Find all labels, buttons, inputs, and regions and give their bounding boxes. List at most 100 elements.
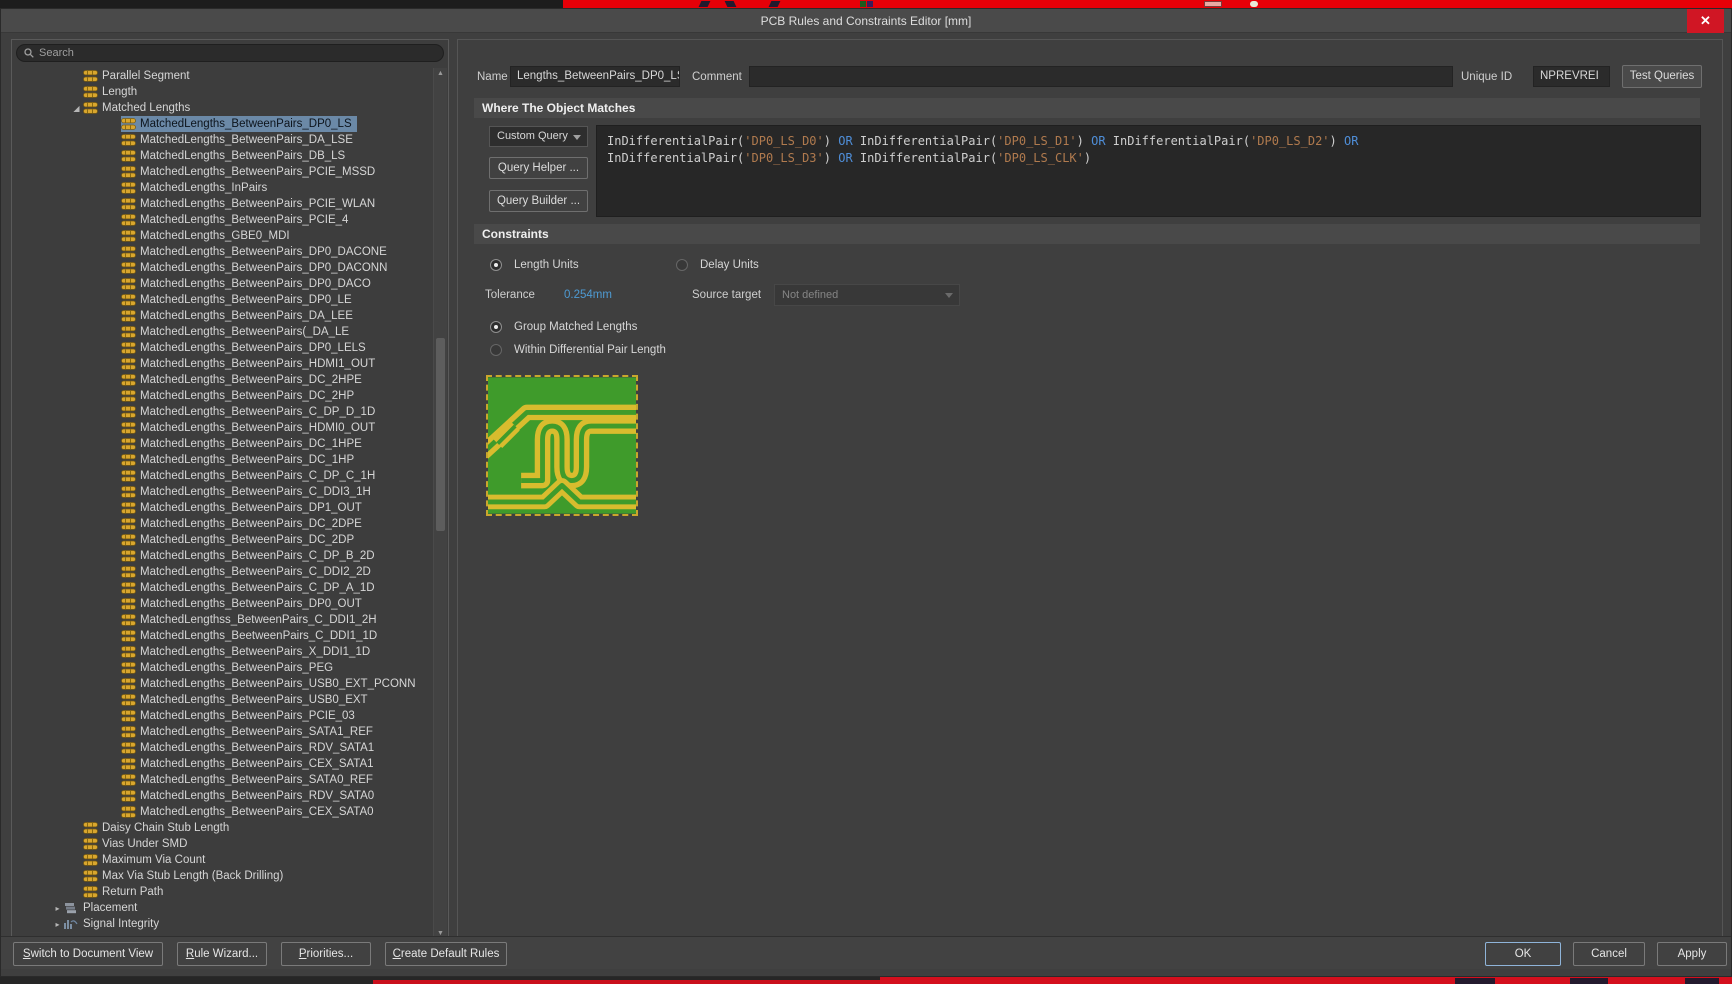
tree-item-body[interactable]: MatchedLengths_BetweenPairs_DC_2HP xyxy=(121,388,359,404)
tree-item[interactable]: MatchedLengths_BetweenPairs_DB_LS xyxy=(13,148,432,164)
length-units-radio[interactable] xyxy=(490,259,502,271)
query-type-dropdown[interactable]: Custom Query xyxy=(489,126,588,147)
tree-item[interactable]: MatchedLengths_BetweenPairs_PCIE_03 xyxy=(13,708,432,724)
tree-item-body[interactable]: MatchedLengths_BetweenPairs_PCIE_03 xyxy=(121,708,360,724)
unique-id-input[interactable]: NPREVREI xyxy=(1533,66,1610,87)
tree-item[interactable]: MatchedLengths_BetweenPairs_PCIE_4 xyxy=(13,212,432,228)
tree-item[interactable]: MatchedLengths_BetweenPairs_CEX_SATA1 xyxy=(13,756,432,772)
tree-item-body[interactable]: MatchedLengths_BetweenPairs_C_DP_A_1D xyxy=(121,580,380,596)
tree-item-body[interactable]: MatchedLengths_BetweenPairs_DP1_OUT xyxy=(121,500,367,516)
collapsed-arrow-icon[interactable]: ▸ xyxy=(51,904,64,913)
tolerance-value[interactable]: 0.254mm xyxy=(564,289,612,301)
tree-item[interactable]: MatchedLengths_BetweenPairs_RDV_SATA1 xyxy=(13,740,432,756)
tree-item[interactable]: MatchedLengths_BetweenPairs_DP0_DACO xyxy=(13,276,432,292)
tree-item[interactable]: ▸Signal Integrity xyxy=(13,916,432,932)
tree-item[interactable]: MatchedLengths_BetweenPairs_SATA1_REF xyxy=(13,724,432,740)
tree-item[interactable]: MatchedLengths_BetweenPairs_DC_1HPE xyxy=(13,436,432,452)
tree-item-body[interactable]: Max Via Stub Length (Back Drilling) xyxy=(83,868,288,884)
tree-item-body[interactable]: MatchedLengths_BetweenPairs_C_DP_D_1D xyxy=(121,404,380,420)
switch-to-document-view-button[interactable]: Switch to Document View xyxy=(13,942,163,966)
tree-item-body[interactable]: MatchedLengths_BetweenPairs_CEX_SATA1 xyxy=(121,756,379,772)
tree-item-body[interactable]: MatchedLengths_BetweenPairs_PCIE_MSSD xyxy=(121,164,380,180)
tree-item[interactable]: MatchedLengths_BetweenPairs_DP0_LELS xyxy=(13,340,432,356)
tree-item-body[interactable]: MatchedLengths_BetweenPairs_USB0_EXT xyxy=(121,692,373,708)
tree-item[interactable]: MatchedLengths_BetweenPairs_DC_2HP xyxy=(13,388,432,404)
tree-item[interactable]: MatchedLengths_BetweenPairs_C_DP_D_1D xyxy=(13,404,432,420)
tree-item-body[interactable]: MatchedLengths_BetweenPairs_SATA1_REF xyxy=(121,724,378,740)
test-queries-button[interactable]: Test Queries xyxy=(1622,65,1702,88)
tree-item[interactable]: Parallel Segment xyxy=(13,68,432,84)
tree-item-body[interactable]: MatchedLengths_BetweenPairs_DP0_LELS xyxy=(121,340,371,356)
tree-item[interactable]: MatchedLengths_BetweenPairs_DP0_DACONE xyxy=(13,244,432,260)
tree-item[interactable]: MatchedLengths_BetweenPairs_DP0_LS xyxy=(13,116,432,132)
tree-item-body[interactable]: MatchedLengths_BetweenPairs_CEX_SATA0 xyxy=(121,804,379,820)
tree-item-body[interactable]: MatchedLengths_BetweenPairs(_DA_LE xyxy=(121,324,354,340)
tree-item[interactable]: ◢Matched Lengths xyxy=(13,100,432,116)
tree-item-body[interactable]: MatchedLengths_GBE0_MDI xyxy=(121,228,295,244)
tree-item[interactable]: Max Via Stub Length (Back Drilling) xyxy=(13,868,432,884)
priorities-button[interactable]: Priorities... xyxy=(281,942,371,966)
comment-input[interactable] xyxy=(749,66,1453,87)
tree-item-body[interactable]: MatchedLengths_BetweenPairs_DP0_DACO xyxy=(121,276,376,292)
tree-item[interactable]: MatchedLengths_BeetweenPairs_C_DDI1_1D xyxy=(13,628,432,644)
tree-item-body[interactable]: MatchedLengths_BeetweenPairs_C_DDI1_1D xyxy=(121,628,382,644)
within-diff-pair-radio[interactable] xyxy=(490,344,502,356)
tree-item-body[interactable]: MatchedLengths_BetweenPairs_DC_1HP xyxy=(121,452,359,468)
scrollbar-thumb[interactable] xyxy=(436,338,445,531)
tree-item[interactable]: MatchedLengths_GBE0_MDI xyxy=(13,228,432,244)
tree-item[interactable]: MatchedLengths_BetweenPairs_DC_2DPE xyxy=(13,516,432,532)
create-default-rules-button[interactable]: Create Default Rules xyxy=(385,942,507,966)
tree-item-body[interactable]: MatchedLengths_BetweenPairs_C_DP_B_2D xyxy=(121,548,380,564)
tree-item[interactable]: MatchedLengths_BetweenPairs_HDMI1_OUT xyxy=(13,356,432,372)
tree-item[interactable]: MatchedLengths_BetweenPairs(_DA_LE xyxy=(13,324,432,340)
tree-item[interactable]: MatchedLengths_BetweenPairs_PCIE_WLAN xyxy=(13,196,432,212)
tree-item-body[interactable]: MatchedLengths_BetweenPairs_PEG xyxy=(121,660,338,676)
tree-item-body[interactable]: MatchedLengths_BetweenPairs_DB_LS xyxy=(121,148,350,164)
tree-item[interactable]: MatchedLengths_BetweenPairs_C_DP_C_1H xyxy=(13,468,432,484)
collapsed-arrow-icon[interactable]: ▸ xyxy=(51,920,64,929)
tree-item-body[interactable]: Placement xyxy=(64,900,142,916)
tree-item[interactable]: Daisy Chain Stub Length xyxy=(13,820,432,836)
ok-button[interactable]: OK xyxy=(1485,942,1561,966)
tree-item[interactable]: MatchedLengths_BetweenPairs_DP0_LE xyxy=(13,292,432,308)
tree-item[interactable]: MatchedLengths_BetweenPairs_SATA0_REF xyxy=(13,772,432,788)
tree-item[interactable]: MatchedLengths_BetweenPairs_RDV_SATA0 xyxy=(13,788,432,804)
tree-item[interactable]: MatchedLengths_BetweenPairs_USB0_EXT xyxy=(13,692,432,708)
tree-item[interactable]: Vias Under SMD xyxy=(13,836,432,852)
tree-item[interactable]: MatchedLengths_BetweenPairs_HDMI0_OUT xyxy=(13,420,432,436)
tree-item-body[interactable]: MatchedLengthss_BetweenPairs_C_DDI1_2H xyxy=(121,612,382,628)
tree-item-body[interactable]: MatchedLengths_BetweenPairs_PCIE_WLAN xyxy=(121,196,380,212)
tree-item-body[interactable]: MatchedLengths_BetweenPairs_DC_1HPE xyxy=(121,436,367,452)
tree-item[interactable]: MatchedLengthss_BetweenPairs_C_DDI1_2H xyxy=(13,612,432,628)
tree-item[interactable]: MatchedLengths_BetweenPairs_C_DDI2_2D xyxy=(13,564,432,580)
tree-item-body[interactable]: Parallel Segment xyxy=(83,68,195,84)
tree-item-body[interactable]: MatchedLengths_BetweenPairs_RDV_SATA1 xyxy=(121,740,379,756)
tree-item[interactable]: Length xyxy=(13,84,432,100)
tree-item[interactable]: MatchedLengths_InPairs xyxy=(13,180,432,196)
tree-item[interactable]: MatchedLengths_BetweenPairs_DP1_OUT xyxy=(13,500,432,516)
tree-item-body[interactable]: MatchedLengths_BetweenPairs_DP0_DACONN xyxy=(121,260,392,276)
scroll-up-icon[interactable]: ▲ xyxy=(434,70,447,77)
tree-item[interactable]: MatchedLengths_BetweenPairs_DP0_DACONN xyxy=(13,260,432,276)
tree-item-body[interactable]: MatchedLengths_BetweenPairs_DA_LSE xyxy=(121,132,358,148)
tree-item-body[interactable]: MatchedLengths_BetweenPairs_PCIE_4 xyxy=(121,212,353,228)
tree-item-body[interactable]: MatchedLengths_BetweenPairs_DP0_LS xyxy=(121,116,357,132)
tree-item-body[interactable]: Maximum Via Count xyxy=(83,852,210,868)
tree-item-body[interactable]: MatchedLengths_BetweenPairs_DC_2DP xyxy=(121,532,359,548)
tree-item-body[interactable]: MatchedLengths_BetweenPairs_HDMI1_OUT xyxy=(121,356,380,372)
tree-item[interactable]: MatchedLengths_BetweenPairs_DP0_OUT xyxy=(13,596,432,612)
search-input[interactable]: Search xyxy=(16,44,444,62)
tree-item-body[interactable]: MatchedLengths_BetweenPairs_DA_LEE xyxy=(121,308,358,324)
tree-item[interactable]: MatchedLengths_BetweenPairs_CEX_SATA0 xyxy=(13,804,432,820)
tree-item[interactable]: MatchedLengths_BetweenPairs_C_DP_B_2D xyxy=(13,548,432,564)
tree-item-body[interactable]: MatchedLengths_BetweenPairs_C_DDI3_1H xyxy=(121,484,376,500)
cancel-button[interactable]: Cancel xyxy=(1573,942,1645,966)
tree-item[interactable]: MatchedLengths_BetweenPairs_PEG xyxy=(13,660,432,676)
tree-item[interactable]: MatchedLengths_BetweenPairs_X_DDI1_1D xyxy=(13,644,432,660)
tree-item-body[interactable]: MatchedLengths_BetweenPairs_SATA0_REF xyxy=(121,772,378,788)
tree-item[interactable]: MatchedLengths_BetweenPairs_DA_LSE xyxy=(13,132,432,148)
tree-scrollbar[interactable]: ▲ ▼ xyxy=(433,68,447,939)
dialog-titlebar[interactable]: PCB Rules and Constraints Editor [mm] ✕ xyxy=(1,9,1731,33)
tree-item[interactable]: Return Path xyxy=(13,884,432,900)
tree-item-body[interactable]: MatchedLengths_BetweenPairs_DC_2DPE xyxy=(121,516,367,532)
